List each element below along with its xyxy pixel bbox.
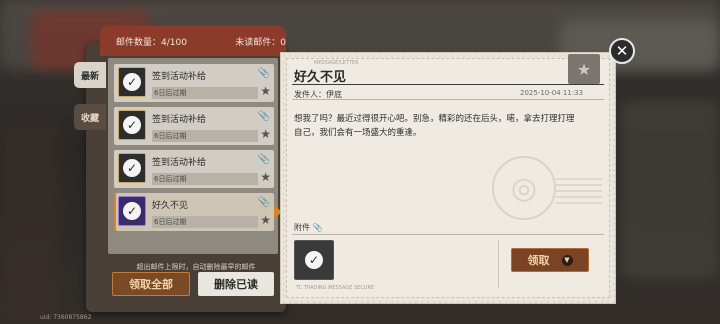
paperclip-icon: 📎 [257, 68, 270, 79]
delete-read-button[interactable]: 删除已读 [198, 272, 274, 296]
letter-date: 2025-10-04 11:33 [520, 89, 584, 97]
postmark-lines [556, 178, 602, 204]
globe-postmark-icon: ◎ [492, 156, 556, 220]
arrow-down-icon: ▼ [561, 254, 573, 266]
check-icon: ✓ [123, 116, 141, 134]
star-icon[interactable]: ★ [260, 127, 271, 141]
letter-title: 好久不见 [294, 70, 347, 85]
claim-all-button[interactable]: 领取全部 [112, 272, 190, 296]
mail-title: 签到活动补给 [152, 115, 207, 125]
attachment-label-text: 附件 [294, 223, 310, 232]
mail-count: 邮件数量：4/100 [116, 38, 187, 48]
star-icon[interactable]: ★ [260, 213, 271, 227]
mail-list-item[interactable]: ✓ 签到活动补给 6日后过期 📎 ★ [114, 150, 274, 188]
mail-list-item[interactable]: ✓ 签到活动补给 6日后过期 📎 ★ [114, 107, 274, 145]
paperclip-icon: 📎 [257, 154, 270, 165]
divider [292, 234, 604, 235]
attachment-label: 附件 📎 [294, 222, 323, 233]
mail-expire: 6日后过期 [152, 130, 258, 142]
mail-expire: 6日后过期 [152, 216, 258, 228]
divider [292, 84, 604, 85]
unread-count: 未读邮件：0 [235, 38, 286, 48]
tab-latest[interactable]: 最新 [74, 62, 106, 88]
mail-thumbnail: ✓ [118, 67, 146, 97]
background-blob [0, 120, 60, 320]
letter-body: 想我了吗？最近过得很开心吧。别急，精彩的还在后头，喏，拿去打理打理自己，我们会有… [294, 114, 575, 138]
close-button[interactable]: ✕ [609, 38, 635, 64]
star-icon[interactable]: ★ [260, 84, 271, 98]
claim-button-label: 领取 [527, 254, 550, 267]
mail-thumbnail: ✓ [118, 153, 146, 183]
user-id: uid: 7360875862 [40, 314, 92, 321]
mail-thumbnail: ✓ [118, 110, 146, 140]
paperclip-icon: 📎 [257, 197, 270, 208]
mail-title: 签到活动补给 [152, 72, 207, 82]
check-icon: ✓ [123, 159, 141, 177]
attachment-code: TC TRADING MESSAGE SECURE [296, 285, 375, 291]
mail-stats: 邮件数量：4/100 未读邮件：0 [116, 35, 286, 48]
attachment-item[interactable]: ✓ [294, 240, 334, 280]
mail-title: 好久不见 [152, 201, 189, 211]
mail-expire: 6日后过期 [152, 87, 258, 99]
check-icon: ✓ [123, 202, 141, 220]
divider [498, 240, 499, 288]
background-blob [620, 100, 720, 280]
check-icon: ✓ [123, 73, 141, 91]
mail-list-item[interactable]: ✓ 签到活动补给 6日后过期 📎 ★ [114, 64, 274, 102]
check-icon: ✓ [305, 251, 323, 269]
mail-expire: 6日后过期 [152, 173, 258, 185]
paperclip-icon: 📎 [257, 111, 270, 122]
divider [292, 99, 604, 100]
mail-thumbnail: ✓ [118, 196, 146, 226]
mail-list-item-selected[interactable]: ✓ 好久不见 6日后过期 📎 ★ [114, 193, 282, 231]
tab-favorites[interactable]: 收藏 [74, 104, 106, 130]
claim-button[interactable]: 领取 ▼ [511, 248, 589, 272]
favorite-star-icon[interactable]: ★ [568, 54, 600, 84]
mail-title: 签到活动补给 [152, 158, 207, 168]
mail-limit-note: 超出邮件上限时，自动删除最早的邮件 [136, 263, 256, 271]
paperclip-icon: 📎 [312, 223, 323, 232]
close-icon: ✕ [615, 41, 629, 60]
star-icon[interactable]: ★ [260, 170, 271, 184]
